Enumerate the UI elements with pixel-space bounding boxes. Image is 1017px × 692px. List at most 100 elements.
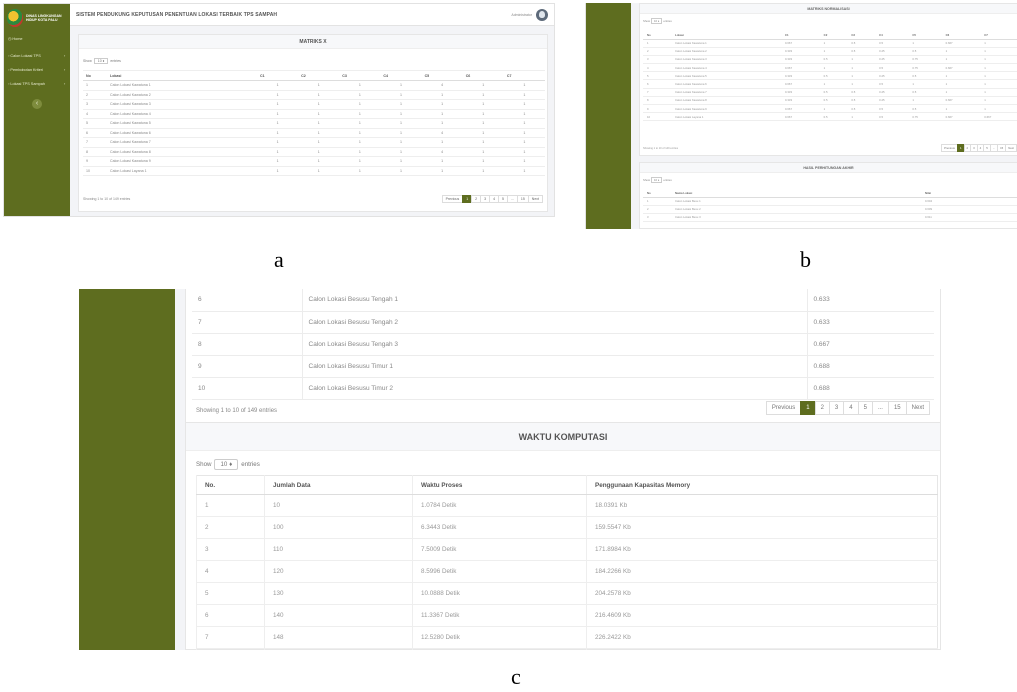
table-row: 1 10 1.0784 Detik 18.0391 Kb: [196, 494, 938, 517]
table-cell: 1: [380, 147, 422, 157]
table-cell: 0.667: [781, 39, 820, 48]
sidebar-item-lokasi-tps[interactable]: ▫ Lokasi TPS Sampah ›: [8, 82, 65, 86]
column-header[interactable]: Nama Lokasi: [671, 189, 921, 198]
table-cell: 1: [339, 118, 381, 129]
page-button[interactable]: 15: [887, 401, 907, 415]
column-header[interactable]: Lokasi: [671, 31, 781, 40]
user-avatar-icon[interactable]: [536, 9, 548, 21]
table-cell: 0.5: [847, 39, 876, 48]
table-cell: 3: [643, 213, 671, 223]
column-header[interactable]: C1: [781, 31, 820, 40]
entries-select[interactable]: 10 ♦: [93, 58, 109, 64]
entries-select[interactable]: 10 ♦: [651, 177, 663, 183]
user-name[interactable]: Administrator: [511, 13, 532, 17]
table-cell: 5: [643, 71, 671, 81]
table-cell: 0.609: [921, 205, 1017, 214]
column-header[interactable]: C2: [819, 31, 848, 40]
page-button[interactable]: 4: [843, 401, 859, 415]
page-button[interactable]: 1: [800, 401, 816, 415]
page-button[interactable]: ...: [871, 401, 889, 415]
table-cell: Calon Lokasi Layana 1: [107, 166, 257, 176]
table-cell: 0.667: [781, 79, 820, 89]
table-cell: 1: [980, 104, 1017, 114]
sidebar-toggle-button[interactable]: ‹: [32, 99, 42, 109]
table-cell: 1: [339, 99, 381, 110]
table-cell: Calon Lokasi Layana 1: [671, 112, 781, 122]
page-button[interactable]: Next: [527, 195, 543, 203]
column-header[interactable]: Nilai: [921, 189, 1017, 198]
card-title: MATRIKS X: [79, 35, 547, 49]
column-header[interactable]: C4: [380, 70, 422, 81]
table-cell: 1: [298, 166, 340, 176]
page-button[interactable]: Previous: [441, 195, 464, 203]
column-header[interactable]: C5: [908, 31, 942, 40]
column-header[interactable]: C2: [298, 70, 340, 81]
figure-label-c: c: [511, 664, 521, 689]
table-cell: 1: [980, 88, 1017, 97]
table-row: 3 Calon Lokasi Besu 3 0.611: [643, 213, 1017, 223]
table-row: 2 100 6.3443 Detik 159.5547 Kb: [196, 516, 938, 539]
column-header[interactable]: C3: [339, 70, 381, 81]
pagination: Previous 1 2 3 4 5... 15 Next: [441, 195, 543, 203]
table-cell: 1: [298, 99, 340, 110]
table-cell: 10: [192, 377, 302, 400]
table-cell: 5: [196, 582, 265, 605]
table-cell: 1: [339, 147, 381, 157]
column-header[interactable]: C1: [257, 70, 299, 81]
table-cell: 130: [264, 582, 413, 605]
table-cell: 1: [298, 109, 340, 119]
page-button[interactable]: 2: [814, 401, 830, 415]
column-header[interactable]: No: [643, 189, 671, 198]
column-header[interactable]: No: [643, 31, 671, 40]
table-cell: 0.688: [806, 355, 934, 378]
table-cell: 1: [380, 156, 422, 167]
sidebar-logo[interactable]: DINAS LINGKUNGAN HIDUP KOTA PALU: [7, 7, 67, 29]
table-cell: 120: [264, 560, 413, 583]
sidebar-item-home[interactable]: ◷ Home: [8, 36, 23, 41]
column-header[interactable]: No.: [196, 475, 265, 495]
table-cell: 9: [643, 104, 671, 114]
chevron-right-icon: ›: [64, 54, 66, 58]
column-header[interactable]: C6: [462, 70, 504, 81]
column-header[interactable]: Lokasi: [107, 70, 257, 81]
column-header[interactable]: C7: [980, 31, 1017, 40]
page-button[interactable]: 3: [828, 401, 845, 415]
page-button[interactable]: Next: [1005, 144, 1017, 152]
page-button[interactable]: Previous: [765, 401, 802, 415]
page-button[interactable]: 5: [857, 401, 873, 415]
table-cell: 7: [83, 137, 107, 148]
table-cell: 0.5: [875, 112, 909, 122]
column-header[interactable]: Penggunaan Kapasitas Memory: [586, 475, 938, 495]
column-header[interactable]: No: [83, 70, 107, 81]
column-header[interactable]: C6: [941, 31, 981, 40]
table-cell: 0.5: [847, 96, 876, 106]
column-header[interactable]: C3: [847, 31, 876, 40]
page-button[interactable]: Previous: [941, 144, 958, 152]
table-cell: 0.75: [908, 55, 942, 65]
table-cell: 2: [83, 90, 107, 100]
chevron-right-icon: ›: [64, 82, 66, 86]
column-header[interactable]: C4: [875, 31, 909, 40]
entries-select[interactable]: 10 ♦: [651, 18, 663, 24]
table-cell: 6: [196, 604, 265, 627]
page-button[interactable]: Next: [905, 401, 930, 415]
table-cell: 148: [264, 626, 413, 649]
table-cell: Calon Lokasi Kawatuna 5: [671, 71, 781, 81]
table-cell: 18.0391 Kb: [586, 494, 938, 517]
entries-select[interactable]: 10 ♦: [214, 459, 239, 470]
table-cell: 1: [257, 147, 299, 157]
sidebar-item-pembobotan[interactable]: ▫ Pembobotan Kriteri ›: [8, 68, 65, 72]
column-header[interactable]: C5: [421, 70, 463, 81]
table-cell: 0.333: [781, 47, 820, 56]
table-row: 1 Calon Lokasi Kawatuna 11111411: [83, 80, 545, 91]
sidebar-item-calon-lokasi[interactable]: ▫ Calon Lokasi TPS ›: [8, 54, 65, 58]
table-info: Showing 1 to 10 of 149 entries: [196, 408, 278, 414]
table-cell: 1: [819, 63, 848, 73]
table-cell: 184.2266 Kb: [586, 560, 938, 583]
column-header[interactable]: C7: [503, 70, 545, 81]
table-row: 7 Calon Lokasi Besusu Tengah 2 0.633: [192, 311, 934, 334]
panel-a-matriks-x-screenshot: DINAS LINGKUNGAN HIDUP KOTA PALU ◷ Home …: [3, 3, 555, 217]
column-header[interactable]: Waktu Proses: [412, 475, 587, 495]
table-cell: 1: [380, 128, 422, 138]
column-header[interactable]: Jumlah Data: [264, 475, 413, 495]
